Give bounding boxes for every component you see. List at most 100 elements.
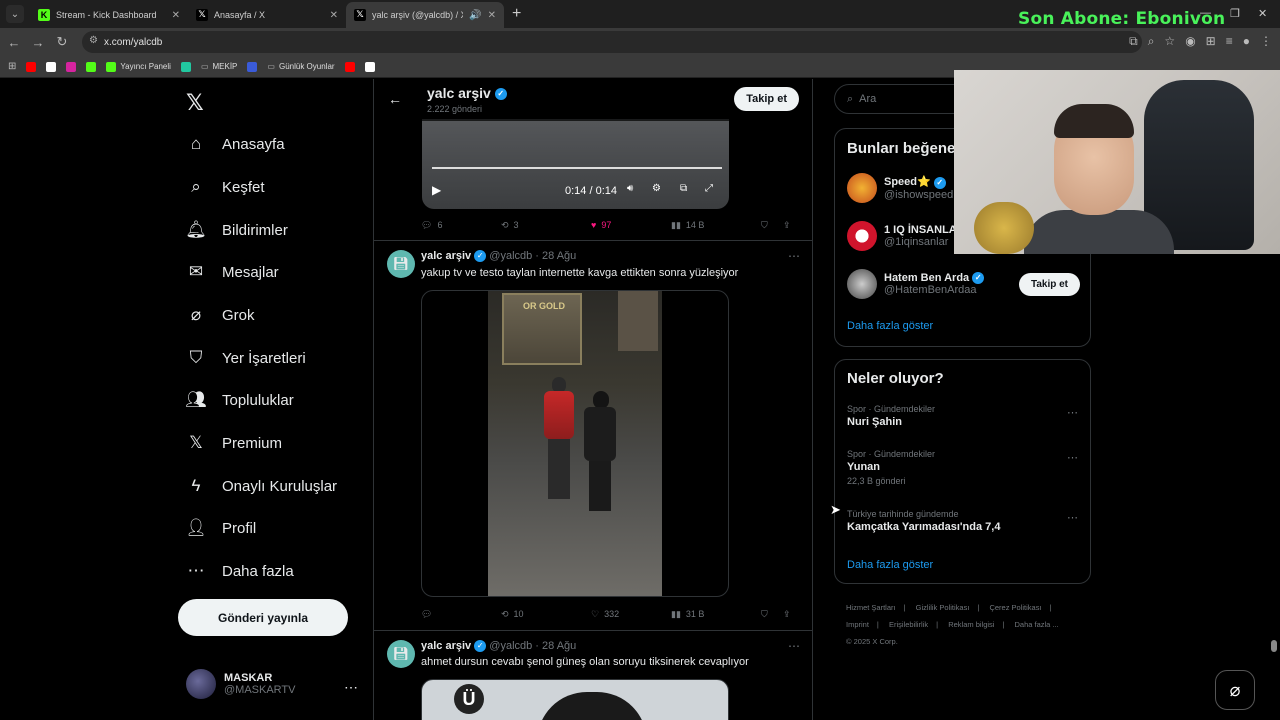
retweet-button[interactable]: ⟲ 10 [501, 606, 591, 622]
share-button[interactable]: ⇪ [783, 606, 791, 622]
close-icon[interactable]: ✕ [330, 10, 338, 21]
speaker-icon[interactable]: 🔊 [469, 10, 481, 21]
x-logo-icon[interactable]: 𝕏 [186, 91, 204, 116]
tweet-video[interactable]: OR GOLD [421, 290, 729, 597]
nav-communities[interactable]: 👥︎ Topluluklar [185, 390, 294, 410]
more-icon[interactable]: ⋯ [788, 639, 800, 653]
volume-icon[interactable]: 🔊︎ [627, 183, 633, 194]
nav-premium[interactable]: 𝕏 Premium [186, 433, 282, 453]
bookmark-yayinci-paneli[interactable]: Yayıncı Paneli [106, 61, 171, 72]
tab-kick-dashboard[interactable]: K Stream - Kick Dashboard ✕ [30, 2, 188, 28]
more-icon[interactable]: ⋯ [788, 249, 800, 263]
restore-icon[interactable]: ❐ [1230, 7, 1240, 20]
reload-icon[interactable]: ↻ [50, 34, 74, 50]
close-icon[interactable]: ✕ [172, 10, 180, 21]
avatar[interactable]: 💾︎ [387, 640, 415, 668]
profile-icon[interactable]: ● [1243, 34, 1250, 49]
nav-notifications[interactable]: 🔔︎ Bildirimler [185, 220, 288, 240]
share-button[interactable]: ⇪ [783, 217, 791, 233]
window-close-icon[interactable]: ✕ [1258, 7, 1267, 20]
nav-home[interactable]: ⌂ Anasayfa [186, 134, 285, 154]
url-field[interactable]: ⚙ x.com/yalcdb [82, 31, 1142, 53]
pip-icon[interactable]: ⧉ [680, 183, 687, 194]
nav-messages[interactable]: ✉ Mesajlar [186, 262, 279, 282]
author-name[interactable]: yalc arşiv [421, 640, 471, 652]
play-icon[interactable]: ▶ [432, 183, 441, 197]
tab-yalc-arsiv[interactable]: 𝕏 yalc arşiv (@yalcdb) / X 🔊 ✕ [346, 2, 504, 28]
footer-link[interactable]: Çerez Politikası [989, 603, 1041, 612]
account-switcher[interactable]: MASKAR @MASKARTV [186, 669, 295, 699]
youtube-icon[interactable] [344, 61, 355, 72]
media-icon[interactable]: ≡ [1226, 34, 1233, 49]
author-name[interactable]: yalc arşiv [421, 250, 471, 262]
tweet-date[interactable]: 28 Ağu [542, 640, 576, 652]
footer-link[interactable]: Reklam bilgisi [948, 620, 994, 629]
nav-explore[interactable]: ⌕ Keşfet [186, 177, 264, 197]
post-button[interactable]: Gönderi yayınla [178, 599, 348, 636]
tweet-date[interactable]: 28 Ağu [542, 250, 576, 262]
author-handle[interactable]: @yalcdb [489, 640, 532, 652]
nav-profile[interactable]: 👤︎ Profil [185, 518, 256, 538]
forward-icon[interactable]: → [26, 35, 50, 50]
bookmark-gunluk-oyunlar[interactable]: ▭ Günlük Oyunlar [267, 62, 334, 71]
scrollbar-thumb[interactable] [1271, 640, 1277, 652]
follow-suggestion[interactable]: Speed⭐ ✓ @ishowspeed [847, 173, 953, 203]
tab-search-button[interactable]: ⌄ [6, 5, 24, 23]
show-more-link[interactable]: Daha fazla göster [847, 559, 933, 571]
fullscreen-icon[interactable]: ⤢ [705, 183, 713, 194]
back-icon[interactable]: ← [2, 35, 26, 50]
minimize-icon[interactable]: — [1200, 7, 1211, 19]
apps-icon[interactable]: ⊞ [8, 61, 16, 72]
footer-link[interactable]: Erişilebilirlik [889, 620, 928, 629]
trend-item[interactable]: Spor · Gündemdekiler Nuri Şahin ⋯ [847, 404, 1082, 428]
author-handle[interactable]: @yalcdb [489, 250, 532, 262]
more-icon[interactable]: ⋯ [1067, 451, 1078, 464]
instagram-icon[interactable] [66, 61, 77, 72]
bookmark-button[interactable]: ⛉ [761, 606, 783, 622]
puzzle-icon[interactable]: ⊞ [1206, 34, 1216, 49]
footer-link[interactable]: Gizlilik Politikası [916, 603, 970, 612]
extension-icon[interactable]: ◉ [1185, 34, 1195, 49]
footer-link[interactable]: Imprint [846, 620, 869, 629]
footer-link[interactable]: Daha fazla ... [1015, 620, 1059, 629]
reply-button[interactable]: 💬︎ [421, 606, 501, 622]
follow-suggestion[interactable]: Hatem Ben Arda ✓ @HatemBenArdaa [847, 269, 985, 299]
app-bookmark-icon[interactable] [247, 61, 258, 72]
menu-icon[interactable]: ⋮ [1260, 34, 1272, 49]
tweet-media[interactable]: Ü [421, 679, 729, 720]
follow-button[interactable]: Takip et [1018, 273, 1080, 296]
zoom-icon[interactable]: ⌕ [1148, 34, 1155, 49]
site-info-icon[interactable]: ⚙ [89, 35, 98, 46]
nav-more[interactable]: ⋯ Daha fazla [186, 561, 294, 581]
grok-floating-button[interactable]: ⌀ [1215, 670, 1255, 710]
bookmark-button[interactable]: ⛉ [761, 217, 783, 233]
footer-link[interactable]: Hizmet Şartları [846, 603, 896, 612]
views-button[interactable]: ▮▮ 14 B [671, 217, 761, 233]
x-bookmark-icon[interactable] [46, 61, 57, 72]
like-button[interactable]: ♡ 332 [591, 606, 671, 622]
views-button[interactable]: ▮▮ 31 B [671, 606, 761, 622]
account-more-icon[interactable]: ⋯ [344, 679, 358, 696]
trend-item[interactable]: Türkiye tarihinde gündemde Kamçatka Yarı… [847, 509, 1082, 533]
like-button[interactable]: ♥ 97 [591, 217, 671, 233]
avatar[interactable]: 💾︎ [387, 250, 415, 278]
nav-verified-orgs[interactable]: ϟ Onaylı Kuruluşlar [186, 476, 338, 496]
bookmark-mekip[interactable]: ▭ MEKİP [201, 62, 237, 71]
video-progress-bar[interactable] [432, 167, 722, 169]
back-arrow-icon[interactable]: ← [388, 91, 402, 107]
new-tab-button[interactable]: + [512, 5, 521, 23]
image-bookmark-icon[interactable] [364, 61, 375, 72]
trend-item[interactable]: Spor · Gündemdekiler Yunan 22,3 B gönder… [847, 449, 1082, 486]
retweet-button[interactable]: ⟲ 3 [501, 217, 591, 233]
kick-bookmark-icon[interactable] [86, 61, 97, 72]
video-player[interactable]: ▶ 0:14 / 0:14 🔊︎ ⚙ ⧉ ⤢ [422, 119, 729, 209]
reply-button[interactable]: 💬︎ 6 [421, 217, 501, 233]
more-icon[interactable]: ⋯ [1067, 406, 1078, 419]
star-icon[interactable]: ☆ [1164, 34, 1175, 49]
install-icon[interactable]: ⧉ [1129, 34, 1138, 49]
nav-bookmarks[interactable]: ⛉ Yer İşaretleri [186, 348, 306, 368]
close-icon[interactable]: ✕ [488, 10, 496, 21]
app-bookmark-icon[interactable] [180, 61, 191, 72]
settings-icon[interactable]: ⚙ [652, 183, 661, 194]
tab-x-home[interactable]: 𝕏 Anasayfa / X ✕ [188, 2, 346, 28]
